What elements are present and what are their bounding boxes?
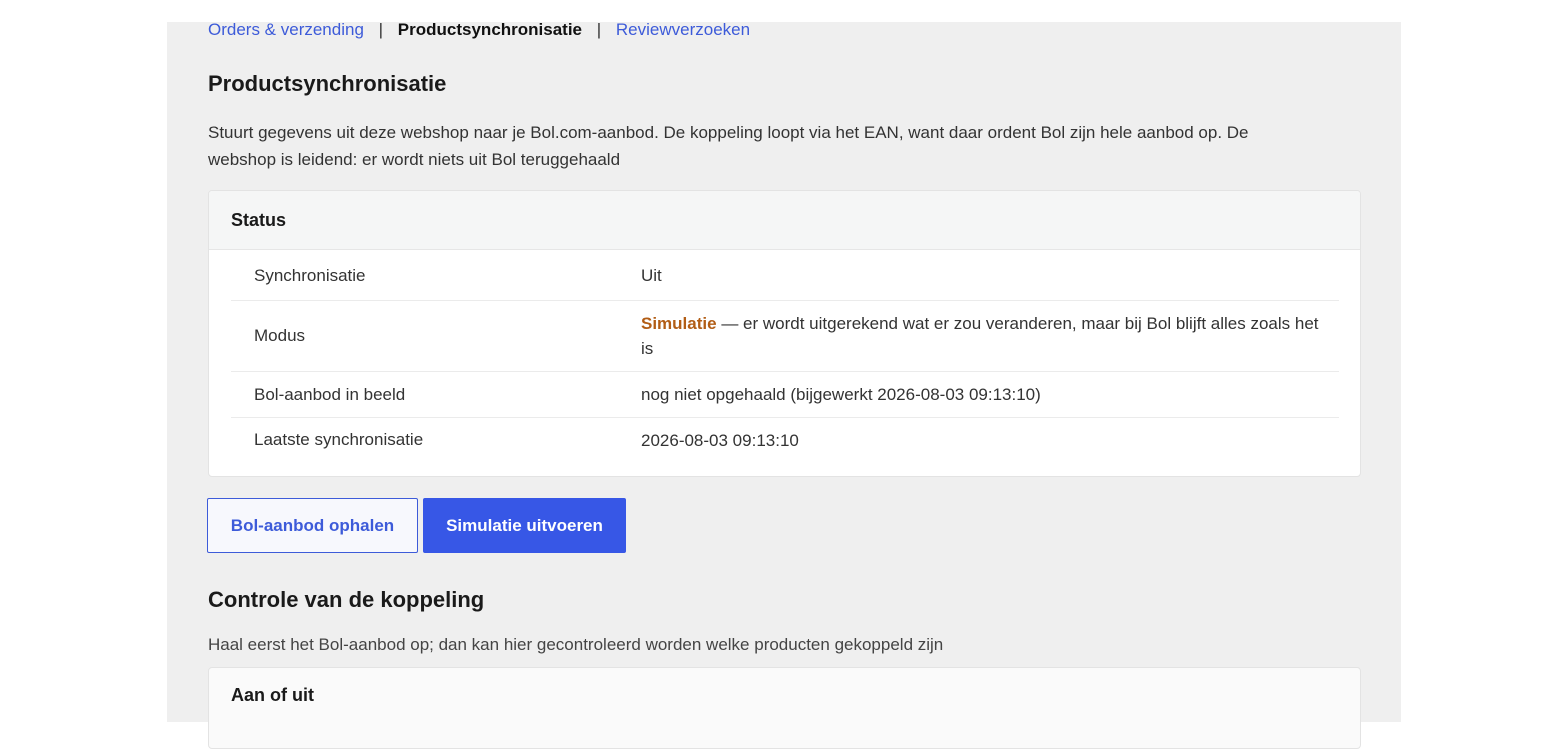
status-value: 2026-08-03 09:13:10 [641,430,799,450]
status-row: Modus Simulatie — er wordt uitgerekend w… [231,301,1339,372]
tab-separator: | [596,20,602,39]
status-label: Synchronisatie [254,265,366,285]
status-card-title: Status [209,191,1360,250]
status-value: nog niet opgehaald (bijgewerkt 2026-08-0… [641,385,1041,404]
simulation-badge: Simulatie [641,314,717,333]
run-simulation-button[interactable]: Simulatie uitvoeren [423,498,626,553]
mode-description: — er wordt uitgerekend wat er zou verand… [641,314,1319,358]
toggle-card-title: Aan of uit [231,685,314,705]
section-description: Stuurt gegevens uit deze webshop naar je… [208,123,1249,169]
tab-productsynchronisatie[interactable]: Productsynchronisatie [398,20,582,39]
status-label: Bol-aanbod in beeld [254,384,406,404]
status-card: Status Synchronisatie Uit Modus Simulati… [208,190,1361,477]
status-row: Synchronisatie Uit [231,251,1339,301]
tab-nav: Orders & verzending | Productsynchronisa… [208,20,750,40]
fetch-bol-offer-button[interactable]: Bol-aanbod ophalen [207,498,418,553]
section-title: Productsynchronisatie [208,71,447,96]
control-title: Controle van de koppeling [208,587,485,612]
status-label: Laatste synchronisatie [254,430,424,449]
tab-orders-verzending[interactable]: Orders & verzending [208,20,364,39]
content-panel: Orders & verzending | Productsynchronisa… [167,20,1401,749]
tab-reviewverzoeken[interactable]: Reviewverzoeken [616,20,750,39]
status-label: Modus [254,326,306,345]
control-description: Haal eerst het Bol-aanbod op; dan kan hi… [208,635,944,654]
mode-value: Simulatie — er wordt uitgerekend wat er … [641,301,1331,371]
status-row: Laatste synchronisatie 2026-08-03 09:13:… [231,418,1339,462]
status-value: Uit [641,266,662,285]
tab-separator: | [378,20,384,39]
toggle-card: Aan of uit [208,667,1361,749]
status-table: Synchronisatie Uit Modus Simulatie — er … [231,251,1339,462]
status-row: Bol-aanbod in beeld nog niet opgehaald (… [231,372,1339,418]
